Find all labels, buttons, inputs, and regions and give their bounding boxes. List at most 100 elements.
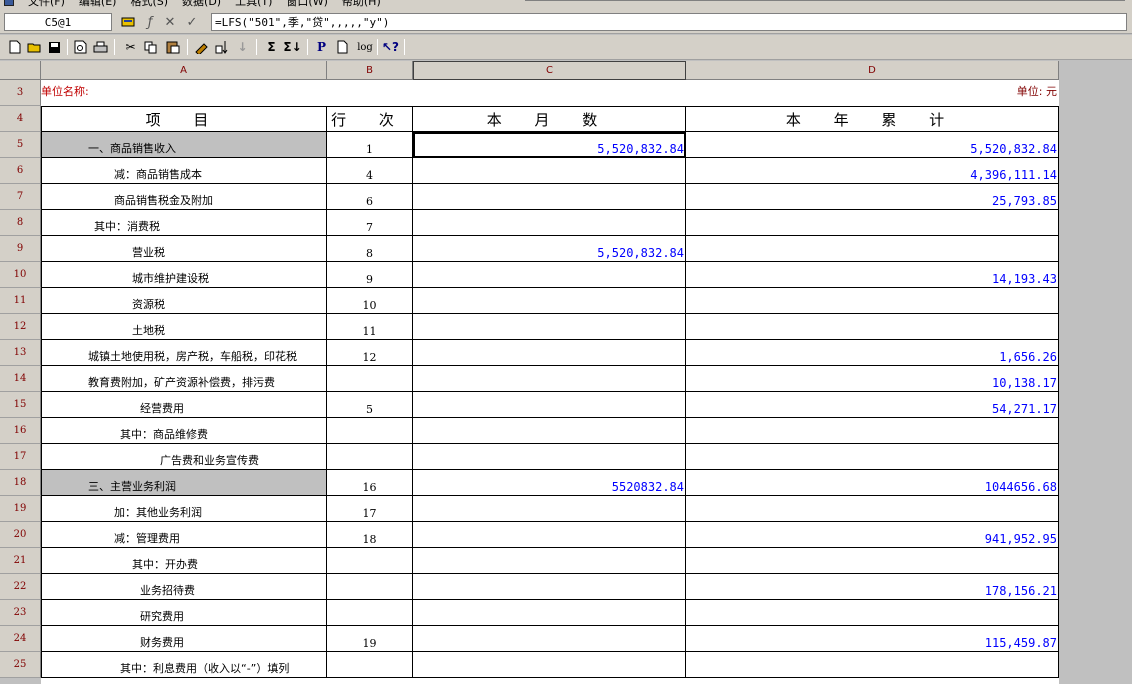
cell-item[interactable]: 一、商品销售收入 xyxy=(41,132,327,158)
cell-year[interactable]: 178,156.21 xyxy=(686,574,1059,600)
row-header[interactable]: 18 xyxy=(0,470,41,496)
cell-item[interactable]: 土地税 xyxy=(41,314,327,340)
row-header[interactable]: 19 xyxy=(0,496,41,522)
row-header[interactable]: 12 xyxy=(0,314,41,340)
cell-item[interactable]: 广告费和业务宣传费 xyxy=(41,444,327,470)
row-header[interactable]: 3 xyxy=(0,80,41,106)
cell-month[interactable] xyxy=(413,574,686,600)
cell-reference-box[interactable]: C5@1 xyxy=(4,13,112,31)
cell-year[interactable]: 4,396,111.14 xyxy=(686,158,1059,184)
row-header[interactable]: 5 xyxy=(0,132,41,158)
row-header[interactable]: 15 xyxy=(0,392,41,418)
cell-item[interactable]: 财务费用 xyxy=(41,626,327,652)
cell-month[interactable]: 5520832.84 xyxy=(413,470,686,496)
row-header[interactable]: 13 xyxy=(0,340,41,366)
cell-line[interactable]: 12 xyxy=(327,340,413,366)
cell-line[interactable]: 4 xyxy=(327,158,413,184)
cell-month[interactable] xyxy=(413,366,686,392)
cell-month[interactable] xyxy=(413,652,686,678)
row-header[interactable]: 14 xyxy=(0,366,41,392)
sort-icon[interactable] xyxy=(214,38,231,56)
cancel-icon[interactable]: ✕ xyxy=(163,14,177,30)
cell-month[interactable] xyxy=(413,496,686,522)
row-header[interactable]: 22 xyxy=(0,574,41,600)
cell-month[interactable] xyxy=(413,210,686,236)
cell-year[interactable]: 941,952.95 xyxy=(686,522,1059,548)
cell-year[interactable] xyxy=(686,418,1059,444)
cell-item[interactable]: 业务招待费 xyxy=(41,574,327,600)
cell-month[interactable] xyxy=(413,158,686,184)
page-icon[interactable] xyxy=(334,38,351,56)
print-preview-icon[interactable] xyxy=(72,38,89,56)
copy-icon[interactable] xyxy=(142,38,159,56)
sum-row-icon[interactable]: Σ↓ xyxy=(283,38,301,56)
row-header[interactable]: 6 xyxy=(0,158,41,184)
row-header[interactable]: 10 xyxy=(0,262,41,288)
cell-month[interactable] xyxy=(413,392,686,418)
row-header[interactable]: 7 xyxy=(0,184,41,210)
function-wizard-icon[interactable] xyxy=(120,14,136,30)
paste-icon[interactable] xyxy=(164,38,181,56)
cell-year[interactable]: 25,793.85 xyxy=(686,184,1059,210)
cell-line[interactable]: 1 xyxy=(327,132,413,158)
cell-year[interactable] xyxy=(686,288,1059,314)
cell-month[interactable] xyxy=(413,288,686,314)
cell-year[interactable]: 5,520,832.84 xyxy=(686,132,1059,158)
cell-line[interactable] xyxy=(327,600,413,626)
cell-item[interactable]: 研究费用 xyxy=(41,600,327,626)
cell-item[interactable]: 三、主营业务利润 xyxy=(41,470,327,496)
cell-month[interactable]: 5,520,832.84 xyxy=(413,236,686,262)
cell-line[interactable]: 11 xyxy=(327,314,413,340)
log-icon[interactable]: log xyxy=(354,38,376,56)
cell-year[interactable] xyxy=(686,314,1059,340)
cell-item[interactable]: 加：其他业务利润 xyxy=(41,496,327,522)
row-header[interactable]: 21 xyxy=(0,548,41,574)
cell-month[interactable] xyxy=(413,262,686,288)
cell-year[interactable] xyxy=(686,236,1059,262)
cell-item[interactable]: 教育费附加，矿产资源补偿费，排污费 xyxy=(41,366,327,392)
column-header-b[interactable]: B xyxy=(327,61,413,80)
cell-month[interactable] xyxy=(413,184,686,210)
active-cell[interactable]: 5,520,832.84 xyxy=(413,132,686,158)
cell-line[interactable] xyxy=(327,418,413,444)
sum-icon[interactable]: Σ xyxy=(263,38,280,56)
cell-line[interactable]: 18 xyxy=(327,522,413,548)
cell-line[interactable]: 7 xyxy=(327,210,413,236)
header-line[interactable]: 行 次 xyxy=(327,106,413,132)
cell-line[interactable]: 5 xyxy=(327,392,413,418)
cell-item[interactable]: 资源税 xyxy=(41,288,327,314)
header-item[interactable]: 项 目 xyxy=(41,106,327,132)
cell-line[interactable]: 16 xyxy=(327,470,413,496)
cell-line[interactable]: 19 xyxy=(327,626,413,652)
cell-year[interactable]: 10,138.17 xyxy=(686,366,1059,392)
cell-item[interactable]: 城市维护建设税 xyxy=(41,262,327,288)
cell-item[interactable]: 商品销售税金及附加 xyxy=(41,184,327,210)
row-header[interactable]: 24 xyxy=(0,626,41,652)
row-header[interactable]: 23 xyxy=(0,600,41,626)
sort-desc-icon[interactable]: ↓ xyxy=(234,38,251,56)
column-header-d[interactable]: D xyxy=(686,61,1059,80)
cell-line[interactable]: 9 xyxy=(327,262,413,288)
save-icon[interactable] xyxy=(46,38,63,56)
cell-item[interactable]: 其中：商品维修费 xyxy=(41,418,327,444)
cell-year[interactable] xyxy=(686,600,1059,626)
cell-item[interactable]: 减：商品销售成本 xyxy=(41,158,327,184)
cell-year[interactable] xyxy=(686,444,1059,470)
column-header-c[interactable]: C xyxy=(413,61,686,80)
cell-item[interactable]: 其中：利息费用（收入以“-”）填列 xyxy=(41,652,327,678)
row-header[interactable]: 25 xyxy=(0,652,41,678)
cell-item[interactable]: 经营费用 xyxy=(41,392,327,418)
cell-month[interactable] xyxy=(413,626,686,652)
cell-year[interactable] xyxy=(686,210,1059,236)
cell-month[interactable] xyxy=(413,418,686,444)
cell-line[interactable] xyxy=(327,548,413,574)
cell-year[interactable]: 14,193.43 xyxy=(686,262,1059,288)
new-icon[interactable] xyxy=(6,38,23,56)
help-icon[interactable]: ↖? xyxy=(382,38,399,56)
cell-month[interactable] xyxy=(413,522,686,548)
format-painter-icon[interactable] xyxy=(193,38,210,56)
row-header[interactable]: 11 xyxy=(0,288,41,314)
row-header[interactable]: 8 xyxy=(0,210,41,236)
cell-line[interactable]: 10 xyxy=(327,288,413,314)
cell-month[interactable] xyxy=(413,314,686,340)
